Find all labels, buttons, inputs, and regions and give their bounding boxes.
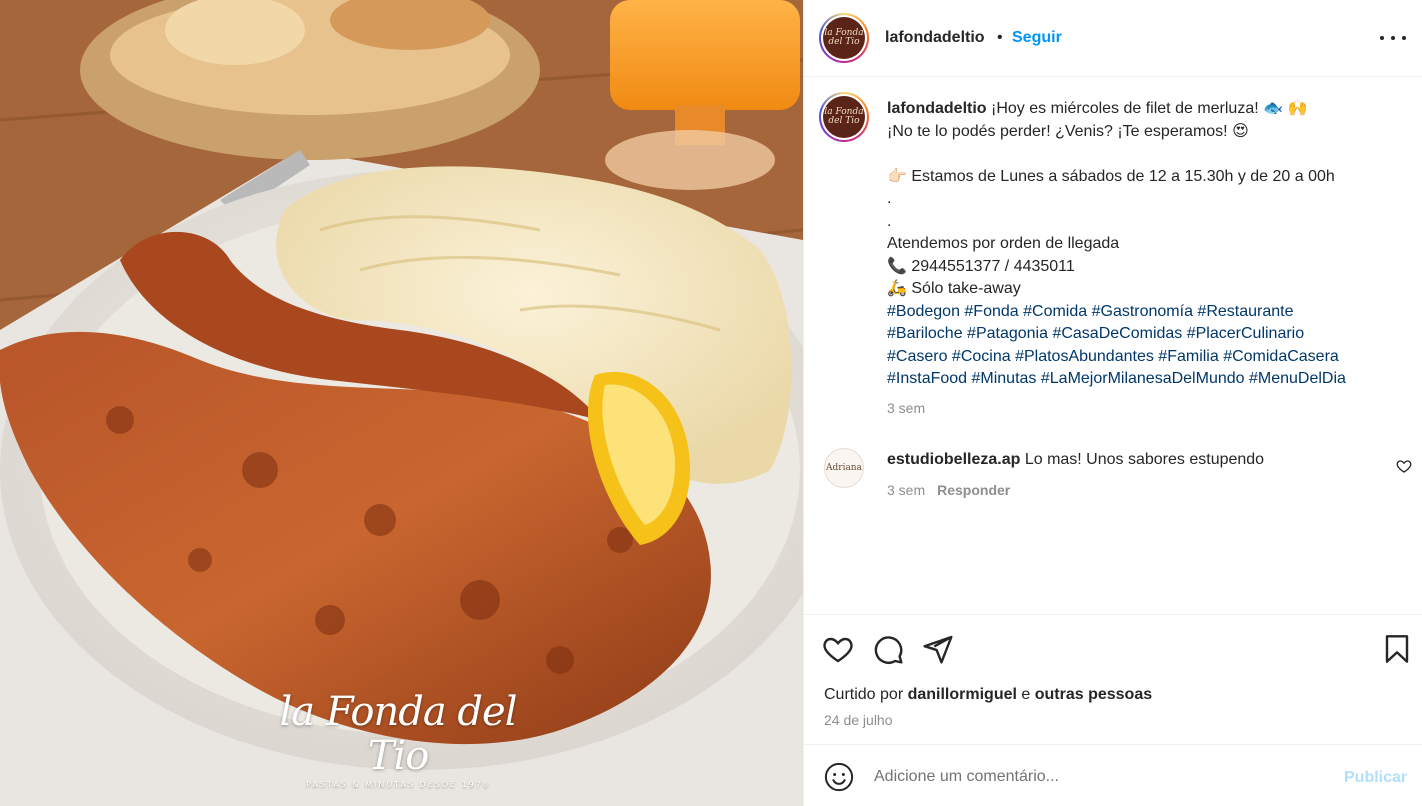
caption-hashtags[interactable]: #InstaFood #Minutas #LaMejorMilanesaDelM… [887,368,1407,391]
more-dot [1402,36,1406,40]
caption-line: 📞 2944551377 / 4435011 [887,257,1075,275]
caption-avatar-logo: la Fonda del Tio [823,96,865,138]
comment-timestamp[interactable]: 3 sem [887,482,925,498]
post-side-panel: la Fonda del Tio lafondadeltio • Seguir … [803,0,1422,806]
caption-username[interactable]: lafondadeltio [887,100,987,117]
comment-text: Lo mas! Unos sabores estupendo [1020,451,1265,468]
caption-text: ¡Hoy es miércoles de filet de merluza! 🐟… [986,100,1308,117]
publish-button[interactable]: Publicar [1344,769,1407,787]
follow-button[interactable]: Seguir [1012,29,1062,47]
caption-hashtags[interactable]: #Bariloche #Patagonia #CasaDeComidas #Pl… [887,323,1407,346]
header-avatar-logo: la Fonda del Tio [823,17,865,59]
caption-line: ¡No te lo podés perder! ¿Venis? ¡Te espe… [887,122,1249,140]
reply-button[interactable]: Responder [937,482,1010,498]
watermark-logo: la Fonda del Tio [279,689,517,779]
post-caption: lafondadeltio ¡Hoy es miércoles de filet… [887,98,1407,391]
more-dot [1380,36,1384,40]
likes-middle: e [1016,686,1035,703]
likes-user-link[interactable]: danillormiguel [908,686,1017,703]
photo-watermark: la Fonda del Tio PASTAS & MINUTAS DESDE … [278,690,518,789]
likes-summary: Curtido por danillormiguel e outras pess… [824,686,1152,704]
post-date[interactable]: 24 de julho [824,712,893,728]
caption-line: . [887,212,892,230]
comments-section[interactable]: la Fonda del Tio lafondadeltio ¡Hoy es m… [804,78,1422,614]
save-bookmark-icon[interactable] [1381,633,1413,665]
commenter-avatar[interactable]: Adriana [824,448,864,488]
comment-input[interactable] [874,763,1314,791]
comment-meta: 3 sem Responder [887,482,1010,498]
caption-line [887,143,1407,166]
caption-hashtags[interactable]: #Bodegon #Fonda #Comida #Gastronomía #Re… [887,301,1407,324]
header-avatar-inner: la Fonda del Tio [821,15,867,61]
header-avatar[interactable]: la Fonda del Tio [819,13,869,63]
caption-avatar[interactable]: la Fonda del Tio [819,92,869,142]
caption-avatar-inner: la Fonda del Tio [821,94,867,140]
likes-prefix: Curtido por [824,686,908,703]
post-actions: Curtido por danillormiguel e outras pess… [804,614,1422,744]
add-comment-bar: Publicar [804,744,1422,806]
post-photo[interactable]: la Fonda del Tio PASTAS & MINUTAS DESDE … [0,0,803,806]
post-header: la Fonda del Tio lafondadeltio • Seguir [804,0,1422,77]
caption-line: 👉🏻 Estamos de Lunes a sábados de 12 a 15… [887,167,1335,185]
comment-like-heart-icon[interactable] [1396,458,1412,474]
caption-line: Atendemos por orden de llegada [887,235,1120,252]
watermark-tagline: PASTAS & MINUTAS DESDE 1978 [306,780,490,789]
comment-icon[interactable] [872,633,904,665]
caption-first-line: lafondadeltio ¡Hoy es miércoles de filet… [887,98,1407,121]
likes-others-link[interactable]: outras pessoas [1035,686,1152,703]
food-photo-illustration [0,0,803,806]
caption-timestamp[interactable]: 3 sem [887,400,925,416]
header-separator: • [997,29,1003,46]
share-send-icon[interactable] [922,633,954,665]
caption-line: . [887,190,892,207]
emoji-icon[interactable] [824,762,854,792]
comment-item: estudiobelleza.ap Lo mas! Unos sabores e… [887,451,1264,469]
like-heart-icon[interactable] [822,633,854,665]
commenter-username[interactable]: estudiobelleza.ap [887,451,1020,468]
header-username[interactable]: lafondadeltio [885,29,985,47]
more-options-icon[interactable] [1380,26,1406,50]
caption-hashtags[interactable]: #Casero #Cocina #PlatosAbundantes #Famil… [887,346,1407,369]
caption-line: 🛵 Sólo take-away [887,280,1021,297]
more-dot [1391,36,1395,40]
